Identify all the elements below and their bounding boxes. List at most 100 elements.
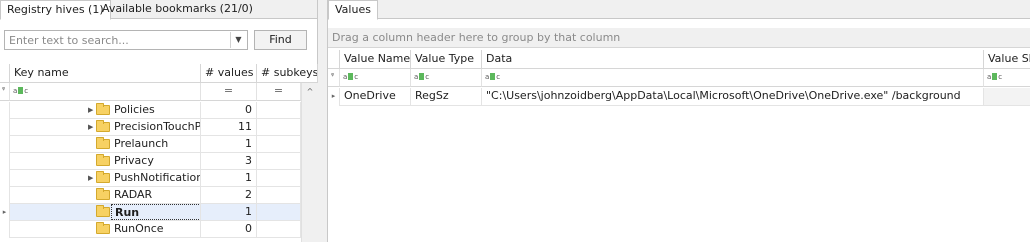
registry-hives-pane: Registry hives (1) Available bookmarks (…: [0, 0, 318, 242]
row-indicator: ▸: [328, 88, 340, 106]
values-count-cell: 3: [201, 153, 257, 170]
filter-row-indicator: ᵠ: [328, 69, 340, 87]
equals-filter-icon: =: [273, 84, 284, 97]
right-tabstrip: Values: [328, 0, 1030, 20]
row-indicator-header: [328, 50, 340, 69]
pane-splitter[interactable]: [318, 0, 328, 242]
folder-icon: [96, 171, 110, 183]
key-name-label: RADAR: [114, 188, 153, 201]
row-indicator: [0, 221, 10, 238]
row-indicator: [0, 187, 10, 204]
column-header-data[interactable]: Data: [482, 50, 984, 69]
values-count-cell: 1: [201, 170, 257, 187]
folder-icon: [96, 137, 110, 149]
left-tabstrip: Registry hives (1) Available bookmarks (…: [0, 0, 317, 20]
key-name-cell[interactable]: ▶ Policies: [10, 102, 201, 119]
values-count-cell: 0: [201, 102, 257, 119]
subkeys-count-cell: [257, 221, 301, 238]
column-header-subkeys[interactable]: # subkeys: [257, 64, 318, 83]
folder-icon: [96, 154, 110, 166]
table-row[interactable]: ▶ Policies 0: [0, 102, 301, 119]
row-indicator: [0, 102, 10, 119]
chevron-down-icon: ▼: [235, 35, 242, 44]
key-name-cell[interactable]: ▶ PushNotifications: [10, 170, 201, 187]
key-name-cell[interactable]: Run: [10, 204, 201, 221]
folder-icon: [96, 120, 110, 132]
key-name-cell[interactable]: ▶ PrecisionTouchPad: [10, 119, 201, 136]
data-cell[interactable]: "C:\Users\johnzoidberg\AppData\Local\Mic…: [482, 88, 984, 106]
text-filter-icon: ac: [343, 73, 359, 81]
filter-icon: ᵠ: [331, 71, 335, 80]
text-filter-icon: ac: [485, 73, 501, 81]
value-name-cell[interactable]: OneDrive: [340, 88, 411, 106]
text-filter-icon: ac: [414, 73, 430, 81]
find-button[interactable]: Find: [254, 30, 307, 50]
expand-arrow-icon[interactable]: ▶: [88, 102, 93, 118]
group-by-panel[interactable]: Drag a column header here to group by th…: [328, 28, 1030, 48]
key-name-label: Policies: [114, 103, 155, 116]
folder-icon: [96, 103, 110, 115]
filter-icon: ᵠ: [2, 85, 6, 94]
values-count-cell: 1: [201, 204, 257, 221]
vertical-scrollbar[interactable]: ^: [301, 83, 318, 242]
table-row[interactable]: RADAR 2: [0, 187, 301, 204]
key-name-cell[interactable]: Prelaunch: [10, 136, 201, 153]
folder-icon: [96, 188, 110, 200]
subkeys-count-cell: [257, 187, 301, 204]
value-type-cell[interactable]: RegSz: [411, 88, 482, 106]
filter-data[interactable]: ac: [482, 69, 984, 87]
equals-filter-icon: =: [223, 84, 234, 97]
filter-value-name[interactable]: ac: [340, 69, 411, 87]
filter-values[interactable]: =: [201, 83, 257, 101]
table-row[interactable]: ▶ PrecisionTouchPad11: [0, 119, 301, 136]
filter-key-name[interactable]: ac: [10, 83, 201, 101]
values-pane: Values Drag a column header here to grou…: [328, 0, 1030, 242]
values-count-cell: 0: [201, 221, 257, 238]
filter-value-type[interactable]: ac: [411, 69, 482, 87]
filter-subkeys[interactable]: =: [257, 83, 301, 101]
tab-registry-hives[interactable]: Registry hives (1): [0, 0, 111, 20]
search-dropdown-button[interactable]: ▼: [230, 32, 246, 48]
column-header-key-name[interactable]: Key name: [10, 64, 201, 83]
key-name-label: RunOnce: [114, 222, 164, 235]
key-name-label: Run: [111, 204, 200, 220]
key-name-label: Prelaunch: [114, 137, 169, 150]
row-indicator: [0, 170, 10, 187]
subkeys-count-cell: [257, 119, 301, 136]
table-row[interactable]: RunOnce 0: [0, 221, 301, 238]
filter-value-slack[interactable]: ac: [984, 69, 1030, 87]
column-header-value-type[interactable]: Value Type: [411, 50, 482, 69]
column-header-values[interactable]: # values: [201, 64, 257, 83]
column-header-value-slack[interactable]: Value Sla: [984, 50, 1030, 69]
subkeys-count-cell: [257, 204, 301, 221]
table-row[interactable]: Prelaunch 1: [0, 136, 301, 153]
search-input[interactable]: [4, 30, 248, 50]
table-row[interactable]: Privacy 3: [0, 153, 301, 170]
values-count-cell: 1: [201, 136, 257, 153]
expand-arrow-icon[interactable]: ▶: [88, 119, 93, 135]
row-indicator-header: [0, 64, 10, 83]
key-name-cell[interactable]: RunOnce: [10, 221, 201, 238]
key-name-cell[interactable]: RADAR: [10, 187, 201, 204]
values-count-cell: 2: [201, 187, 257, 204]
folder-icon: [96, 222, 110, 234]
tab-values[interactable]: Values: [328, 0, 378, 20]
subkeys-count-cell: [257, 136, 301, 153]
key-name-label: PushNotifications: [114, 171, 201, 184]
values-count-cell: 11: [201, 119, 257, 136]
key-name-cell[interactable]: Privacy: [10, 153, 201, 170]
scroll-up-icon[interactable]: ^: [302, 83, 318, 100]
value-slack-cell[interactable]: [984, 88, 1030, 106]
row-indicator: [0, 153, 10, 170]
key-name-label: PrecisionTouchPad: [114, 120, 201, 133]
tab-available-bookmarks[interactable]: Available bookmarks (21/0): [96, 0, 259, 19]
table-row[interactable]: ▸ Run 1: [0, 204, 301, 221]
table-row[interactable]: ▸ OneDrive RegSz "C:\Users\johnzoidberg\App…: [328, 88, 1030, 106]
expand-arrow-icon[interactable]: ▶: [88, 170, 93, 186]
column-header-value-name[interactable]: Value Name: [340, 50, 411, 69]
key-name-label: Privacy: [114, 154, 154, 167]
table-row[interactable]: ▶ PushNotifications 1: [0, 170, 301, 187]
subkeys-count-cell: [257, 153, 301, 170]
folder-icon: [96, 205, 110, 217]
row-indicator: [0, 136, 10, 153]
